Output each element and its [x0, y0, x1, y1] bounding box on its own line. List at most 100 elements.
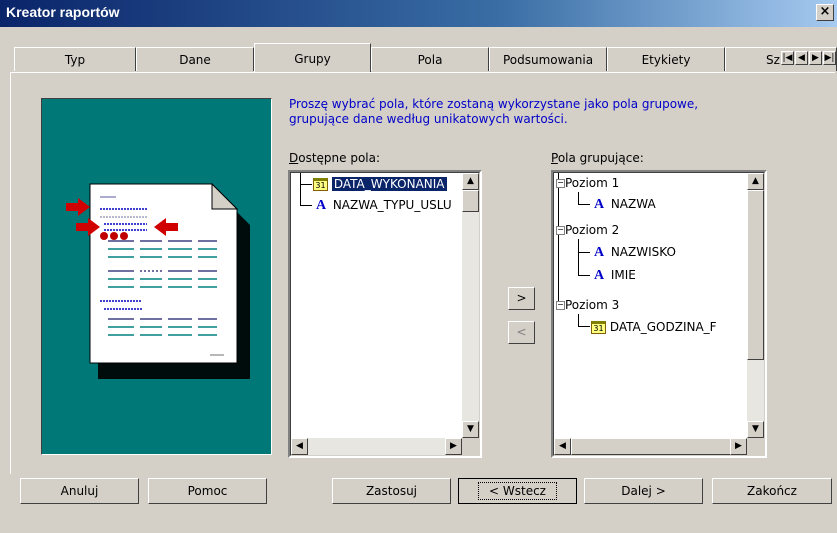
available-fields-label: Dostępne pola:	[289, 151, 380, 165]
available-field-item[interactable]: 31 DATA_WYKONANIA	[313, 175, 447, 193]
available-fields-list[interactable]: 31 DATA_WYKONANIA A NAZWA_TYPU_USLU ▲ ▼ …	[288, 170, 482, 458]
tree-line	[578, 204, 590, 205]
tab-dane[interactable]: Dane	[136, 47, 254, 71]
group-level-2[interactable]: −Poziom 2	[556, 221, 619, 239]
vertical-scrollbar[interactable]: ▲ ▼	[747, 173, 764, 438]
scroll-right-icon[interactable]: ▶	[730, 438, 747, 455]
level-label: Poziom 2	[565, 223, 620, 237]
cancel-button[interactable]: Anuluj	[20, 478, 139, 504]
text-field-icon: A	[593, 196, 605, 212]
grouping-fields-list-inner: −Poziom 1 A NAZWA −Poziom 2 A NAZWISKO A…	[553, 172, 765, 456]
report-illustration	[41, 98, 272, 455]
available-fields-label-text: ostępne pola:	[298, 151, 381, 165]
collapse-icon[interactable]: −	[556, 301, 565, 310]
tab-next-icon[interactable]: ▶	[809, 51, 822, 65]
collapse-icon[interactable]: −	[556, 226, 565, 235]
add-field-button[interactable]: >	[508, 287, 535, 310]
group-level-3[interactable]: −Poziom 3	[556, 296, 619, 314]
remove-field-button[interactable]: <	[508, 321, 535, 344]
tab-podsumowania[interactable]: Podsumowania	[489, 47, 607, 71]
grouping-field-item[interactable]: A IMIE	[591, 266, 636, 284]
collapse-icon[interactable]: −	[556, 179, 565, 188]
report-wizard-window: Kreator raportów × Typ Dane Grupy Pola P…	[0, 0, 837, 533]
grouping-fields-list[interactable]: −Poziom 1 A NAZWA −Poziom 2 A NAZWISKO A…	[551, 170, 767, 458]
field-label: DATA_WYKONANIA	[331, 177, 447, 191]
level-label: Poziom 3	[565, 298, 620, 312]
tab-first-icon[interactable]: |◀	[781, 51, 794, 65]
tree-line	[578, 252, 590, 253]
group-level-1[interactable]: −Poziom 1	[556, 174, 619, 192]
text-field-icon: A	[315, 197, 327, 213]
close-button[interactable]: ×	[816, 4, 834, 21]
available-fields-list-inner: 31 DATA_WYKONANIA A NAZWA_TYPU_USLU ▲ ▼ …	[290, 172, 480, 456]
instructions-text: Proszę wybrać pola, które zostaną wykorz…	[289, 97, 699, 126]
tab-label: Dane	[179, 53, 211, 67]
close-icon: ×	[819, 4, 831, 19]
scroll-corner	[462, 438, 479, 455]
level-label: Poziom 1	[565, 176, 620, 190]
tab-grupy[interactable]: Grupy	[254, 43, 371, 72]
scroll-thumb[interactable]	[747, 190, 764, 360]
title-bar[interactable]: Kreator raportów ×	[0, 0, 837, 27]
grouping-fields-mnemonic: P	[551, 151, 558, 165]
scroll-down-icon[interactable]: ▼	[462, 421, 479, 438]
field-label: NAZWA	[610, 197, 656, 211]
tab-etykiety[interactable]: Etykiety	[607, 47, 725, 71]
grouping-fields-label-text: ola grupujące:	[557, 151, 644, 165]
scroll-down-icon[interactable]: ▼	[747, 421, 764, 438]
tab-label: Grupy	[294, 52, 331, 66]
text-field-icon: A	[593, 244, 605, 260]
field-label: NAZWA_TYPU_USLU	[332, 198, 452, 212]
text-field-icon: A	[593, 267, 605, 283]
scroll-left-icon[interactable]: ◀	[554, 438, 571, 455]
tab-typ[interactable]: Typ	[14, 47, 136, 71]
back-button-label: < Wstecz	[478, 482, 557, 500]
tab-label: Pola	[417, 53, 443, 67]
tree-line	[578, 314, 579, 326]
tree-line	[300, 173, 301, 205]
available-fields-mnemonic: D	[289, 151, 299, 165]
vertical-scrollbar[interactable]: ▲ ▼	[462, 173, 479, 438]
scroll-thumb[interactable]	[462, 190, 479, 212]
tab-label: Podsumowania	[502, 53, 594, 67]
scroll-corner	[747, 438, 764, 455]
tree-line	[300, 184, 312, 185]
scroll-left-icon[interactable]: ◀	[291, 438, 308, 455]
window-title: Kreator raportów	[6, 4, 120, 20]
grouping-field-item[interactable]: A NAZWA	[591, 195, 656, 213]
tree-line	[578, 275, 590, 276]
horizontal-scrollbar[interactable]: ◀ ▶	[554, 438, 747, 455]
tree-line	[578, 326, 590, 327]
tab-last-icon[interactable]: ▶|	[823, 51, 836, 65]
tree-line	[558, 173, 559, 306]
tab-pola[interactable]: Pola	[371, 47, 489, 71]
tab-prev-icon[interactable]: ◀	[795, 51, 808, 65]
report-document-icon	[66, 182, 250, 379]
tree-line	[578, 239, 579, 275]
apply-button[interactable]: Zastosuj	[332, 478, 451, 504]
next-button[interactable]: Dalej >	[584, 478, 703, 504]
calendar-icon: 31	[591, 321, 606, 334]
grouping-field-item[interactable]: 31 DATA_GODZINA_F	[591, 318, 717, 336]
available-field-item[interactable]: A NAZWA_TYPU_USLU	[313, 196, 452, 214]
tab-label: Typ	[64, 53, 86, 67]
back-button[interactable]: < Wstecz	[458, 478, 577, 504]
tab-strip: Typ Dane Grupy Pola Podsumowania Etykiet…	[14, 43, 837, 73]
scroll-up-icon[interactable]: ▲	[747, 173, 764, 190]
tree-line	[578, 192, 579, 204]
scroll-right-icon[interactable]: ▶	[445, 438, 462, 455]
tab-label: Sz	[766, 53, 780, 67]
scroll-up-icon[interactable]: ▲	[462, 173, 479, 190]
grouping-field-item[interactable]: A NAZWISKO	[591, 243, 676, 261]
field-label: NAZWISKO	[610, 245, 676, 259]
tab-label: Etykiety	[641, 53, 691, 67]
tree-line	[300, 205, 312, 206]
finish-button[interactable]: Zakończ	[712, 478, 832, 504]
calendar-icon: 31	[313, 178, 328, 191]
horizontal-scrollbar[interactable]: ◀ ▶	[291, 438, 462, 455]
help-button[interactable]: Pomoc	[148, 478, 267, 504]
field-label: IMIE	[610, 268, 636, 282]
scroll-thumb[interactable]	[571, 438, 731, 455]
field-label: DATA_GODZINA_F	[609, 320, 717, 334]
grouping-fields-label: Pola grupujące:	[551, 151, 644, 165]
